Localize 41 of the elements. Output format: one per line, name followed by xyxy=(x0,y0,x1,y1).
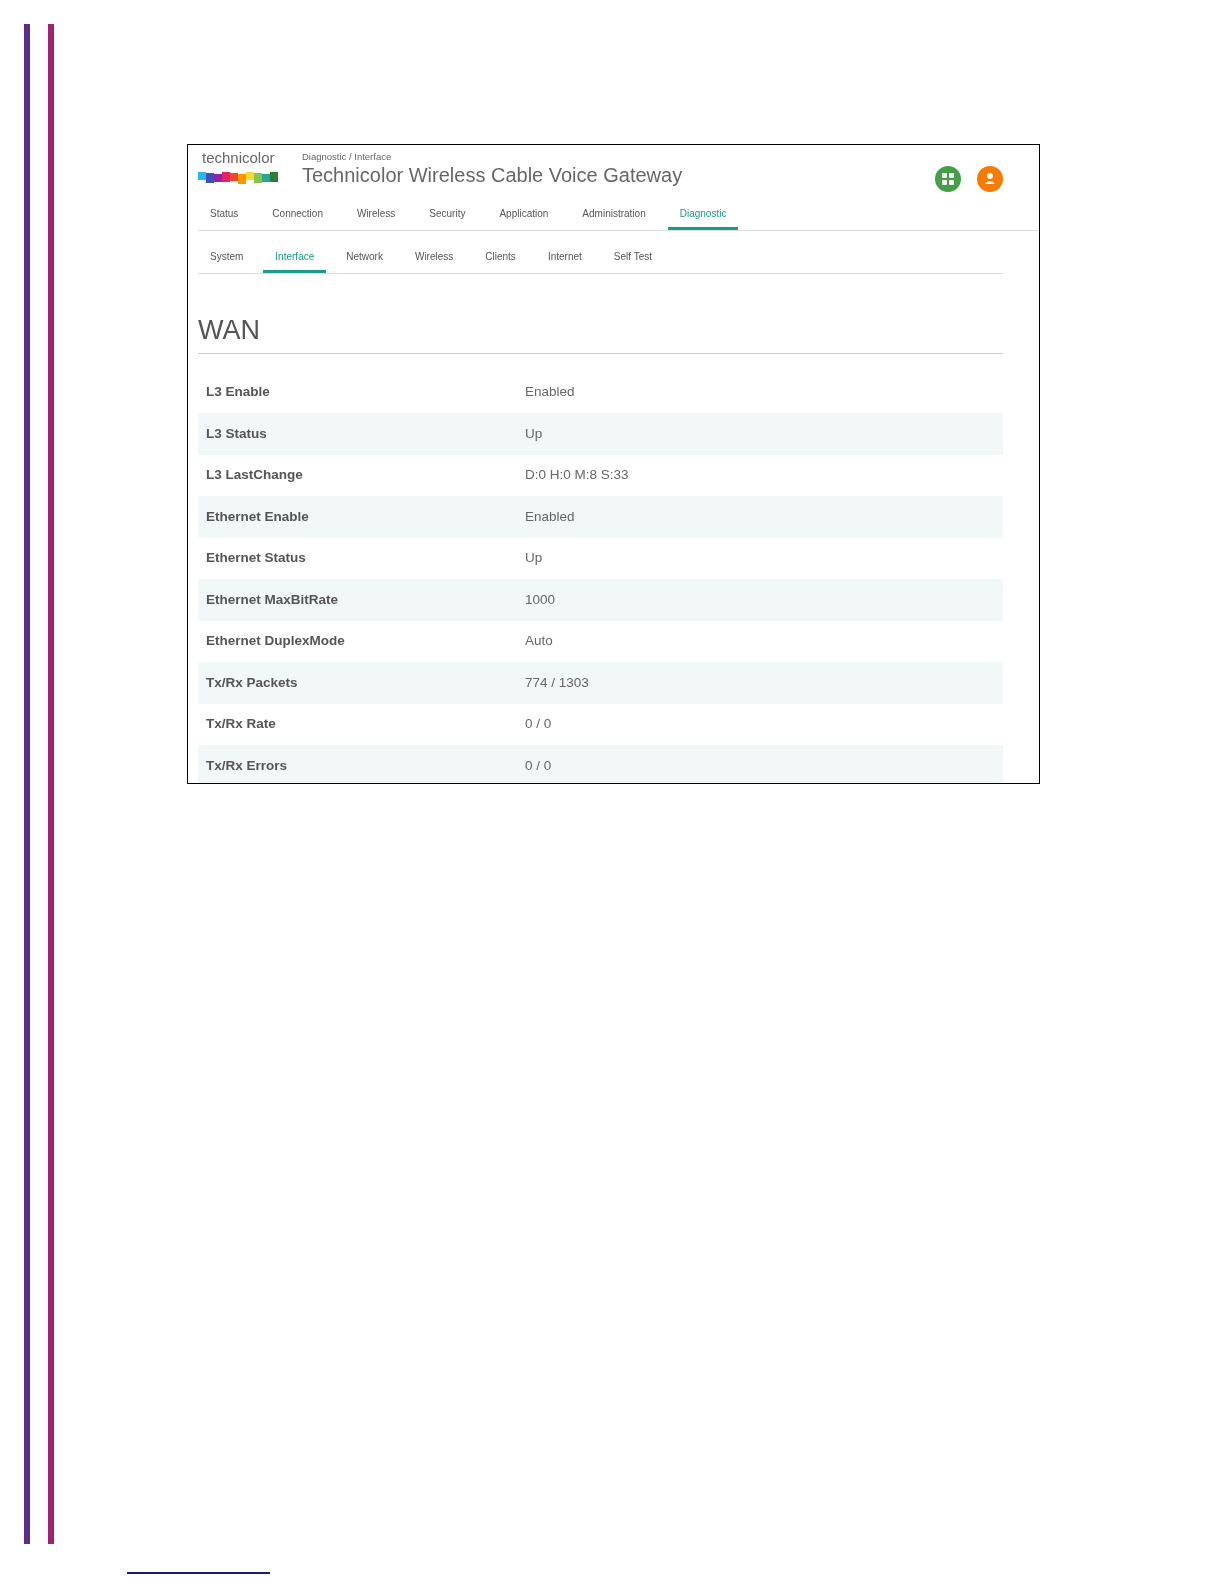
nav-tab[interactable]: Connection xyxy=(260,206,335,230)
nav-tab[interactable]: Clients xyxy=(473,249,528,273)
field-value: 1000 xyxy=(525,590,556,609)
field-label: Ethernet DuplexMode xyxy=(206,632,346,651)
rainbow-logo-icon xyxy=(198,171,278,184)
nav-tab[interactable]: Status xyxy=(198,206,251,230)
user-icon[interactable] xyxy=(977,166,1003,192)
field-label: Tx/Rx Errors xyxy=(206,756,289,775)
nav-tab[interactable]: Administration xyxy=(570,206,658,230)
page-title: Technicolor Wireless Cable Voice Gateway xyxy=(302,164,684,187)
nav-tab[interactable]: Self Test xyxy=(601,249,664,273)
field-label: Ethernet Enable xyxy=(206,507,310,526)
nav-tab[interactable]: Network xyxy=(334,249,395,273)
nav-tab[interactable]: Diagnostic xyxy=(667,206,739,230)
breadcrumb: Diagnostic / Interface xyxy=(302,150,393,164)
field-label: L3 LastChange xyxy=(206,466,304,485)
field-label: L3 Enable xyxy=(206,383,271,402)
nav-tab[interactable]: Security xyxy=(417,206,478,230)
grid-icon[interactable] xyxy=(935,166,961,192)
nav-tab[interactable]: Wireless xyxy=(402,249,466,273)
nav-tab[interactable]: System xyxy=(198,249,256,273)
field-value: Auto xyxy=(525,632,553,651)
field-label: L3 Status xyxy=(206,424,268,443)
nav-tab[interactable]: Wireless xyxy=(344,206,408,230)
nav-tab[interactable]: Interface xyxy=(263,249,327,273)
field-label: Tx/Rx Packets xyxy=(206,673,299,692)
field-value: D:0 H:0 M:8 S:33 xyxy=(525,466,629,485)
field-label: Ethernet Status xyxy=(206,549,307,568)
field-value: Up xyxy=(525,424,543,443)
nav-tab[interactable]: Application xyxy=(487,206,561,230)
logo-text: technicolor xyxy=(202,150,276,165)
field-value: 0 / 0 xyxy=(525,715,552,734)
field-value: Enabled xyxy=(525,507,575,526)
field-value: Up xyxy=(525,549,543,568)
section-heading: WAN xyxy=(198,310,1003,354)
field-value: 0 / 0 xyxy=(525,756,552,775)
nav-tab[interactable]: Internet xyxy=(535,249,594,273)
field-label: Tx/Rx Rate xyxy=(206,715,277,734)
field-label: Ethernet MaxBitRate xyxy=(206,590,340,609)
field-value: 774 / 1303 xyxy=(525,673,589,692)
field-value: Enabled xyxy=(525,383,575,402)
